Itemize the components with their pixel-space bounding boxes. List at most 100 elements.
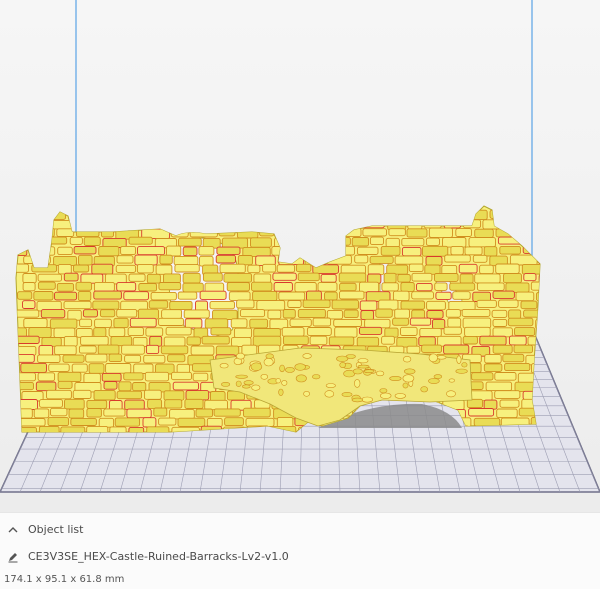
stone-brick bbox=[165, 326, 192, 336]
stone-brick bbox=[170, 227, 189, 238]
castle-ruined-barracks-model[interactable] bbox=[11, 205, 561, 446]
3d-viewport[interactable] bbox=[0, 0, 600, 512]
object-list-header[interactable]: Object list bbox=[6, 523, 83, 537]
stone-brick bbox=[113, 317, 129, 329]
rubble-stone bbox=[361, 396, 374, 403]
stone-brick bbox=[70, 417, 97, 426]
stone-brick bbox=[83, 236, 101, 246]
stone-brick bbox=[62, 354, 85, 363]
stone-brick bbox=[31, 264, 58, 273]
stone-brick bbox=[320, 273, 337, 283]
stone-brick bbox=[40, 309, 66, 319]
stone-brick bbox=[99, 309, 116, 318]
stone-brick bbox=[332, 236, 351, 246]
stone-brick bbox=[253, 273, 272, 284]
stone-brick bbox=[255, 219, 275, 230]
stone-brick bbox=[317, 282, 338, 292]
rubble-stone bbox=[243, 380, 254, 386]
stone-brick bbox=[249, 318, 269, 329]
stone-brick bbox=[132, 382, 147, 392]
stone-brick bbox=[115, 264, 137, 273]
stone-brick bbox=[37, 354, 61, 363]
stone-brick bbox=[82, 309, 98, 318]
stone-brick bbox=[226, 282, 250, 292]
stone-brick bbox=[497, 236, 527, 245]
stone-brick bbox=[466, 398, 484, 409]
stone-brick bbox=[297, 272, 320, 282]
stone-brick bbox=[33, 408, 50, 419]
rubble-stone bbox=[265, 353, 274, 359]
stone-brick bbox=[219, 263, 246, 274]
stone-brick bbox=[184, 398, 204, 409]
stone-brick bbox=[221, 218, 236, 228]
stone-brick bbox=[77, 219, 105, 229]
stone-brick bbox=[243, 407, 271, 418]
stone-brick bbox=[57, 263, 72, 275]
rubble-stone bbox=[380, 392, 392, 399]
stone-brick bbox=[223, 273, 253, 283]
stone-brick bbox=[23, 318, 48, 329]
stone-brick bbox=[489, 209, 504, 219]
stone-brick bbox=[33, 291, 54, 301]
stone-brick bbox=[80, 273, 104, 284]
stone-brick bbox=[72, 389, 92, 399]
stone-brick bbox=[209, 300, 235, 310]
stone-brick bbox=[499, 399, 520, 408]
stone-brick bbox=[428, 227, 453, 238]
scene-canvas[interactable] bbox=[0, 0, 600, 512]
stone-brick bbox=[203, 219, 220, 229]
stone-brick bbox=[22, 273, 37, 284]
stone-brick bbox=[46, 389, 72, 400]
stone-brick bbox=[86, 408, 102, 418]
stone-brick bbox=[158, 282, 182, 291]
stone-brick bbox=[472, 254, 488, 263]
stone-brick bbox=[16, 381, 34, 391]
stone-brick bbox=[16, 335, 40, 344]
stone-brick bbox=[394, 255, 424, 265]
stone-brick bbox=[210, 327, 232, 336]
stone-brick bbox=[213, 408, 241, 417]
stone-brick bbox=[421, 344, 443, 353]
stone-brick bbox=[538, 274, 540, 283]
stone-brick bbox=[393, 209, 411, 218]
stone-brick bbox=[39, 399, 63, 408]
stone-brick bbox=[278, 291, 306, 301]
rubble-stone bbox=[263, 357, 274, 367]
rubble-stone bbox=[341, 392, 353, 397]
rubble-stone bbox=[294, 363, 306, 371]
stone-brick bbox=[145, 327, 164, 337]
object-list-title: Object list bbox=[28, 523, 84, 536]
stone-brick bbox=[146, 273, 161, 284]
stone-brick bbox=[326, 254, 352, 265]
stone-brick bbox=[43, 236, 68, 245]
stone-brick bbox=[309, 335, 328, 346]
stone-brick bbox=[71, 363, 88, 373]
stone-brick bbox=[149, 335, 163, 347]
stone-brick bbox=[16, 218, 27, 228]
pencil-icon[interactable] bbox=[6, 550, 20, 564]
stone-brick bbox=[523, 273, 537, 282]
stone-brick bbox=[57, 371, 82, 383]
chevron-up-icon[interactable] bbox=[6, 523, 20, 537]
object-file-row[interactable]: CE3V3SE_HEX-Castle-Ruined-Barracks-Lv2-v… bbox=[6, 550, 289, 564]
stone-brick bbox=[343, 309, 359, 319]
stone-brick bbox=[344, 210, 364, 220]
stone-brick bbox=[452, 291, 471, 300]
stone-brick bbox=[128, 273, 146, 282]
stone-brick bbox=[338, 272, 367, 283]
stone-brick bbox=[201, 335, 230, 345]
stone-brick bbox=[356, 246, 379, 255]
stone-brick bbox=[296, 228, 321, 238]
rubble-stone bbox=[402, 374, 415, 383]
stone-brick bbox=[78, 345, 97, 354]
stone-brick bbox=[340, 227, 362, 238]
stone-brick bbox=[98, 417, 115, 428]
stone-brick bbox=[418, 336, 436, 347]
stone-brick bbox=[37, 281, 56, 290]
stone-brick bbox=[282, 335, 309, 345]
stone-brick bbox=[359, 281, 380, 293]
stone-brick bbox=[468, 408, 495, 417]
stone-brick bbox=[105, 209, 126, 221]
rubble-stone bbox=[250, 362, 263, 371]
stone-brick bbox=[228, 291, 251, 301]
